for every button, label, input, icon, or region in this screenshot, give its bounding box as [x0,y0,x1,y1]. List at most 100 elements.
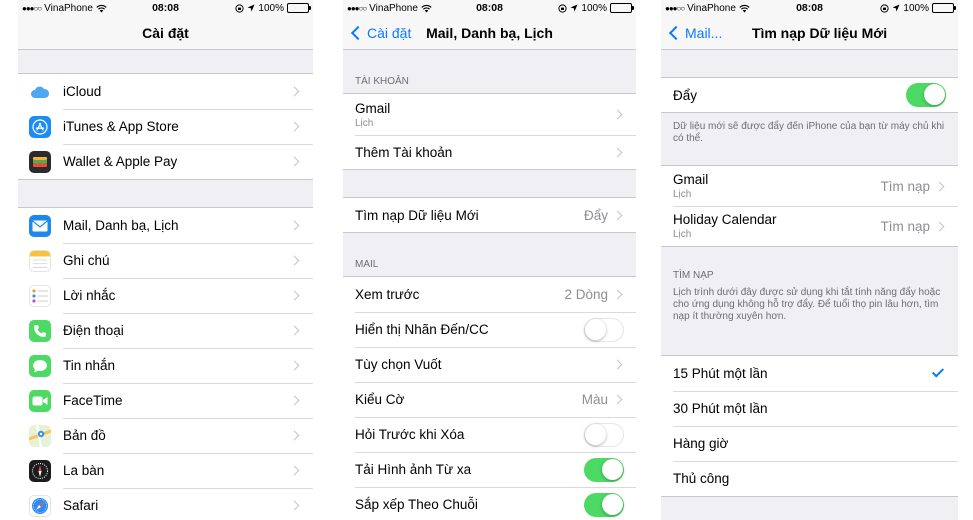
lock-rotation-icon [235,3,245,13]
settings-item-label: Tin nhắn [63,358,116,373]
chevron-right-icon [289,395,300,406]
chevron-right-icon [289,156,300,167]
chevron-right-icon [289,220,300,231]
signal-dots-icon: ●●●○○ [665,3,685,13]
lock-rotation-icon [880,3,890,13]
chevron-right-icon [289,360,300,371]
show-to-cc-toggle[interactable] [584,317,624,342]
fetch-account-gmail[interactable]: Gmail Lịch Tìm nạp [661,166,958,206]
fetch-group: Tìm nạp Dữ liệu Mới Đẩy [343,197,636,233]
mail-options-group: Xem trước 2 Dòng Hiển thị Nhãn Đến/CC Tù… [343,276,636,520]
signal-dots-icon: ●●●○○ [347,3,367,13]
ask-before-deleting-toggle[interactable] [584,422,624,447]
add-account-button[interactable]: Thêm Tài khoản [343,135,636,169]
flag-style-value: Màu [581,392,608,407]
account-name: Holiday Calendar [673,212,777,227]
page-title: Mail, Danh bạ, Lịch [426,24,553,41]
swipe-options-item[interactable]: Tùy chọn Vuốt [343,347,636,382]
location-icon [892,4,900,12]
fetch-schedule-group: 15 Phút một lần 30 Phút một lần Hàng giờ… [661,355,958,497]
settings-item-compass[interactable]: La bàn [18,453,313,488]
schedule-option-label: 30 Phút một lần [673,401,768,416]
account-services: Lịch [673,229,692,240]
fetch-new-data-value: Đẩy [583,207,608,223]
schedule-option-label: Thủ công [673,471,730,486]
chevron-right-icon [289,500,300,511]
settings-item-notes[interactable]: Ghi chú [18,243,313,278]
accounts-group: Gmail Lịch Thêm Tài khoản [343,93,636,170]
show-to-cc-item: Hiển thị Nhãn Đến/CC [343,312,636,347]
fetch-new-data-label: Tìm nạp Dữ liệu Mới [355,207,479,223]
preview-item[interactable]: Xem trước 2 Dòng [343,277,636,312]
settings-item-icloud[interactable]: iCloud [18,74,313,109]
account-name: Gmail [673,172,709,187]
settings-item-facetime[interactable]: FaceTime [18,383,313,418]
icloud-icon [29,80,51,103]
schedule-option-15-min[interactable]: 15 Phút một lần [661,356,958,391]
account-fetch-mode: Tìm nạp [880,218,930,234]
load-remote-images-label: Tải Hình ảnh Từ xa [355,462,472,477]
status-bar: ●●●○○ VinaPhone 08:08 100% [18,0,313,16]
settings-item-messages[interactable]: Tin nhắn [18,348,313,383]
settings-item-phone[interactable]: Điện thoại [18,313,313,348]
wifi-icon [421,4,432,13]
messages-icon [29,354,51,377]
fetch-account-holiday-calendar[interactable]: Holiday Calendar Lịch Tìm nạp [661,206,958,246]
chevron-right-icon [612,394,623,405]
ask-before-deleting-item: Hỏi Trước khi Xóa [343,417,636,452]
fetch-description: Lịch trình dưới đây được sử dụng khi tắt… [673,287,941,322]
navigation-bar: Mail... Tìm nạp Dữ liệu Mới [661,16,958,50]
wifi-icon [96,4,107,13]
carrier-label: VinaPhone [687,2,736,14]
account-services: Lịch [355,117,374,129]
schedule-option-30-min[interactable]: 30 Phút một lần [661,391,958,426]
flag-style-item[interactable]: Kiểu Cờ Màu [343,382,636,417]
back-button[interactable]: Cài đặt [349,16,411,50]
battery-icon [287,3,311,13]
chevron-right-icon [612,359,623,370]
settings-item-reminders[interactable]: Lời nhắc [18,278,313,313]
safari-icon [29,494,51,517]
fetch-new-data-screen: ●●●○○ VinaPhone 08:08 100% Mail... Tìm nạ… [661,0,958,520]
carrier-label: VinaPhone [44,2,93,14]
preview-value: 2 Dòng [564,287,608,302]
wifi-icon [739,4,750,13]
organize-by-thread-toggle[interactable] [584,492,624,517]
fetch-new-data-item[interactable]: Tìm nạp Dữ liệu Mới Đẩy [343,198,636,232]
push-toggle[interactable] [906,83,946,107]
chevron-right-icon [289,325,300,336]
swipe-options-label: Tùy chọn Vuốt [355,357,442,372]
mail-contacts-calendars-screen: ●●●○○ VinaPhone 08:08 100% Cài đặt Mail, … [343,0,636,520]
settings-item-label: Safari [63,498,99,513]
settings-item-wallet[interactable]: Wallet & Apple Pay [18,144,313,179]
account-gmail[interactable]: Gmail Lịch [343,94,636,135]
settings-item-label: Lời nhắc [63,288,116,303]
push-group: Đẩy [661,77,958,113]
status-bar: ●●●○○ VinaPhone 08:08 100% [661,0,958,16]
settings-item-safari[interactable]: Safari [18,488,313,520]
notes-icon [29,249,51,272]
chevron-right-icon [934,181,945,191]
schedule-option-manual[interactable]: Thủ công [661,461,958,496]
settings-item-label: Điện thoại [63,323,124,338]
organize-by-thread-item: Sắp xếp Theo Chuỗi [343,487,636,520]
schedule-option-hourly[interactable]: Hàng giờ [661,426,958,461]
chevron-right-icon [612,109,623,120]
chevron-right-icon [612,289,623,300]
settings-item-mail[interactable]: Mail, Danh bạ, Lịch [18,208,313,243]
wallet-icon [29,150,51,173]
phone-icon [29,319,51,342]
chevron-right-icon [934,221,945,231]
reminders-icon [29,284,51,307]
compass-icon [29,459,51,482]
chevron-left-icon [350,25,366,41]
settings-item-maps[interactable]: Bản đồ [18,418,313,453]
back-button[interactable]: Mail... [667,16,722,50]
chevron-right-icon [289,430,300,441]
settings-item-itunes[interactable]: iTunes & App Store [18,109,313,144]
push-item: Đẩy [661,78,958,112]
battery-percent: 100% [258,2,284,14]
flag-style-label: Kiểu Cờ [355,392,405,407]
settings-item-label: Bản đồ [63,428,106,443]
load-remote-images-toggle[interactable] [584,457,624,482]
